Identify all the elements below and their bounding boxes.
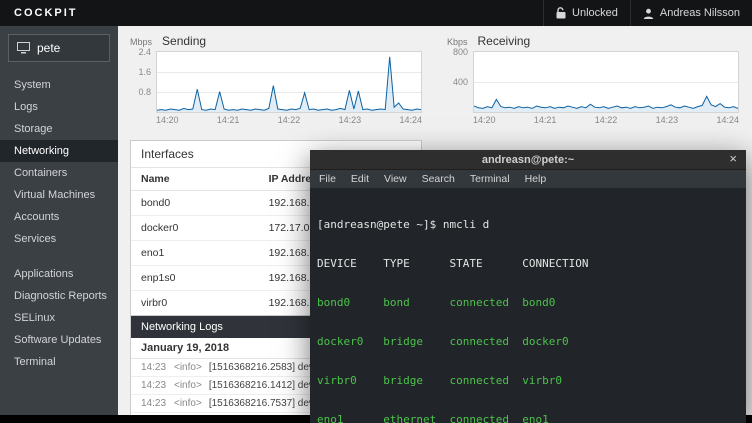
terminal-window[interactable]: andreasn@pete:~ × File Edit View Search … (310, 150, 746, 423)
sending-xticks: 14:2014:2114:2214:2314:24 (156, 115, 422, 125)
sidebar-item-services[interactable]: Services (0, 228, 118, 250)
sending-unit-label: Mbps (130, 37, 152, 47)
column-header-name: Name (131, 168, 259, 191)
host-name-label: pete (37, 41, 60, 55)
menu-help[interactable]: Help (525, 173, 547, 185)
receiving-plot-area (473, 51, 739, 113)
sidebar-item-logs[interactable]: Logs (0, 96, 118, 118)
cockpit-logo: COCKPIT (0, 7, 92, 19)
terminal-titlebar[interactable]: andreasn@pete:~ × (310, 150, 746, 170)
sidebar-item-virtual-machines[interactable]: Virtual Machines (0, 184, 118, 206)
terminal-content[interactable]: [andreasn@pete ~]$ nmcli d DEVICE TYPE S… (310, 188, 746, 423)
terminal-menubar: File Edit View Search Terminal Help (310, 170, 746, 188)
sidebar-item-accounts[interactable]: Accounts (0, 206, 118, 228)
sending-ytick: 0.8 (138, 87, 151, 97)
sidebar-item-containers[interactable]: Containers (0, 162, 118, 184)
sidebar-item-system[interactable]: System (0, 74, 118, 96)
sending-chart: Mbps Sending 2.4 1.6 0.8 14:2014:2114:22… (130, 34, 422, 125)
terminal-line: docker0 bridge connected docker0 (317, 335, 739, 348)
menu-file[interactable]: File (319, 173, 336, 185)
sidebar-item-terminal[interactable]: Terminal (0, 351, 118, 373)
user-menu-button[interactable]: Andreas Nilsson (630, 0, 752, 26)
sending-ytick: 2.4 (138, 47, 151, 57)
sidebar-nav: System Logs Storage Networking Container… (0, 74, 118, 373)
receiving-chart: Kbps Receiving 800 400 14:2014:2114:2214… (447, 34, 739, 125)
sidebar-item-software-updates[interactable]: Software Updates (0, 329, 118, 351)
close-icon[interactable]: × (729, 152, 737, 165)
host-selector[interactable]: pete (8, 34, 110, 62)
terminal-line: eno1 ethernet connected eno1 (317, 413, 739, 423)
user-icon (643, 8, 654, 19)
receiving-unit-label: Kbps (447, 37, 468, 47)
terminal-line: bond0 bond connected bond0 (317, 296, 739, 309)
sidebar: pete System Logs Storage Networking Cont… (0, 26, 118, 415)
receiving-chart-title: Receiving (478, 34, 531, 48)
sidebar-item-applications[interactable]: Applications (0, 263, 118, 285)
sidebar-item-networking[interactable]: Networking (0, 140, 118, 162)
receiving-xticks: 14:2014:2114:2214:2314:24 (473, 115, 739, 125)
user-name-label: Andreas Nilsson (660, 7, 740, 19)
terminal-line: DEVICE TYPE STATE CONNECTION (317, 257, 739, 270)
receiving-ytick: 800 (453, 47, 468, 57)
receiving-sparkline (474, 52, 738, 112)
unlock-icon (556, 7, 566, 19)
receiving-ytick: 400 (453, 77, 468, 87)
menu-search[interactable]: Search (422, 173, 455, 185)
sidebar-item-diagnostic-reports[interactable]: Diagnostic Reports (0, 285, 118, 307)
sending-sparkline (157, 52, 421, 112)
menu-terminal[interactable]: Terminal (470, 173, 510, 185)
terminal-line: virbr0 bridge connected virbr0 (317, 374, 739, 387)
sending-ytick: 1.6 (138, 67, 151, 77)
sidebar-item-selinux[interactable]: SELinux (0, 307, 118, 329)
sidebar-item-storage[interactable]: Storage (0, 118, 118, 140)
menu-edit[interactable]: Edit (351, 173, 369, 185)
unlocked-button[interactable]: Unlocked (543, 0, 630, 26)
masthead: COCKPIT Unlocked Andreas Nilsson (0, 0, 752, 26)
terminal-title: andreasn@pete:~ (310, 154, 746, 166)
terminal-line: [andreasn@pete ~]$ nmcli d (317, 218, 739, 231)
menu-view[interactable]: View (384, 173, 407, 185)
server-icon (17, 42, 30, 54)
unlocked-label: Unlocked (572, 7, 618, 19)
sending-chart-title: Sending (162, 34, 206, 48)
sending-plot-area (156, 51, 422, 113)
